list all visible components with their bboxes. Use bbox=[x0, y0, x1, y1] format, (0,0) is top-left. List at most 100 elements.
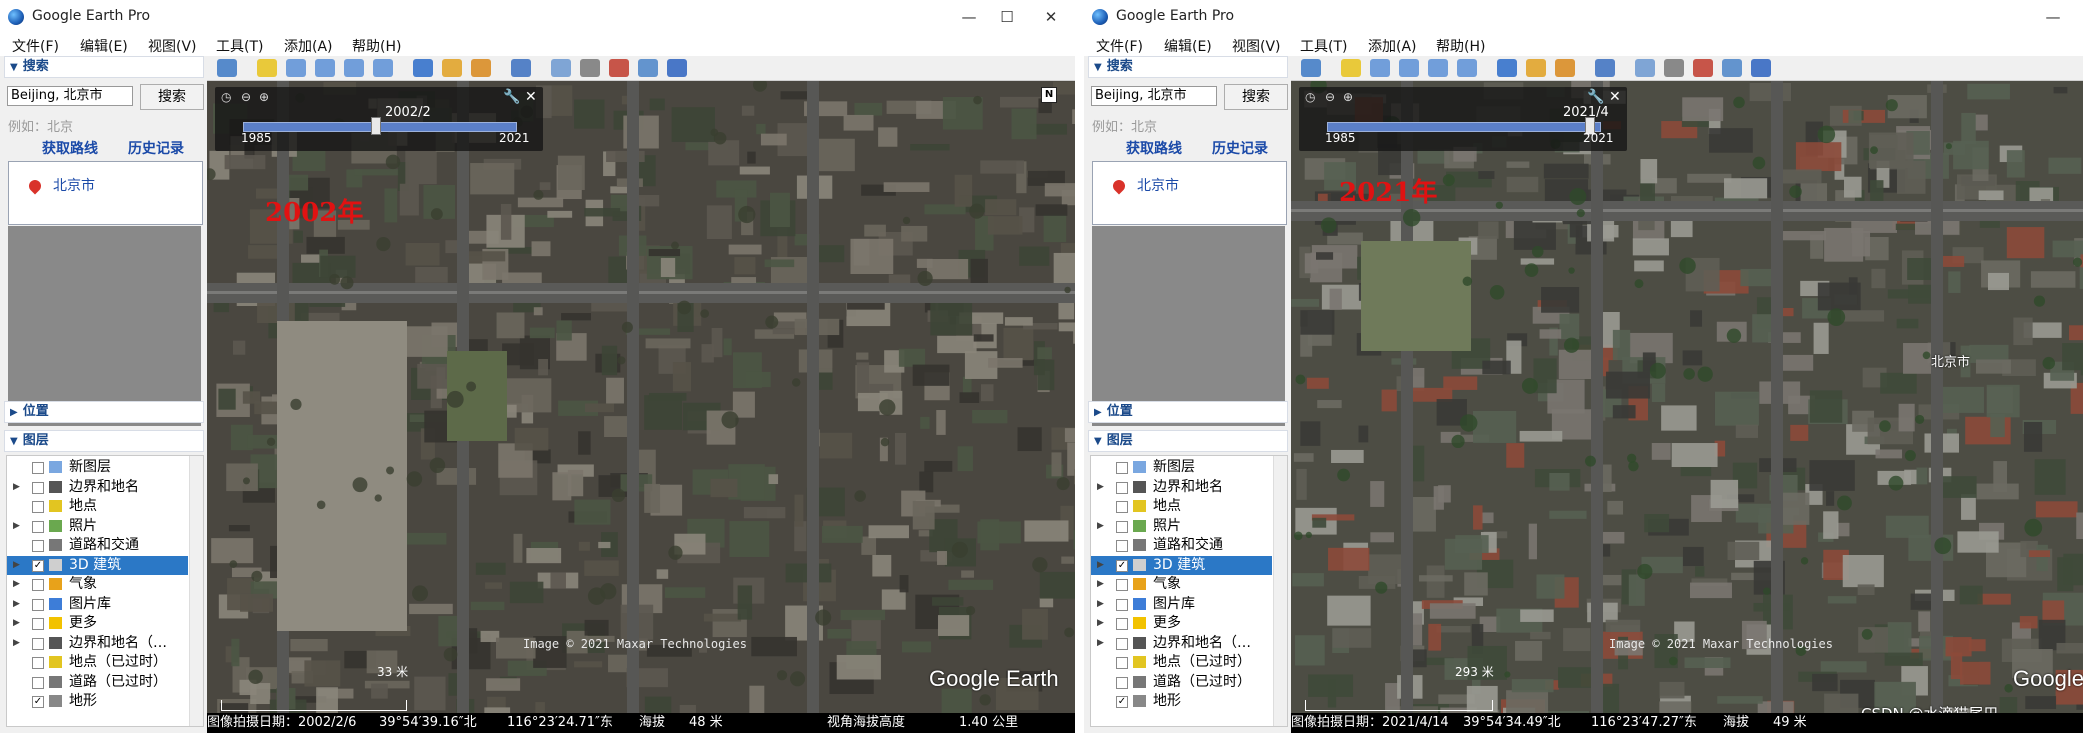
expand-arrow-icon[interactable]: ▶ bbox=[1097, 614, 1104, 633]
menu-add[interactable]: 添加(A) bbox=[1368, 36, 1417, 56]
sidebar-toggle-icon[interactable] bbox=[217, 59, 237, 77]
layer-checkbox[interactable] bbox=[32, 520, 44, 533]
earth-icon[interactable] bbox=[667, 59, 687, 77]
expand-arrow-icon[interactable]: ▶ bbox=[13, 575, 20, 594]
zoom-in-time-icon[interactable]: ⊕ bbox=[1343, 90, 1353, 104]
layer-item[interactable]: ▶ 图片库 bbox=[7, 595, 188, 614]
layer-checkbox[interactable] bbox=[1116, 520, 1128, 533]
layer-item[interactable]: ▶ 更多 bbox=[1091, 614, 1272, 633]
layer-item[interactable]: 地点（已过时） bbox=[1091, 653, 1272, 672]
expand-arrow-icon[interactable]: ▶ bbox=[13, 634, 20, 653]
polygon-icon[interactable] bbox=[1370, 59, 1390, 77]
zoom-out-time-icon[interactable]: ⊖ bbox=[1325, 90, 1335, 104]
menu-tools[interactable]: 工具(T) bbox=[1300, 36, 1347, 56]
layer-item[interactable]: 道路（已过时） bbox=[7, 673, 188, 692]
layer-item[interactable]: 地点 bbox=[1091, 497, 1272, 516]
layer-checkbox[interactable]: ✓ bbox=[1116, 696, 1128, 708]
search-button[interactable]: 搜索 bbox=[1224, 84, 1288, 110]
clock-icon[interactable]: ◷ bbox=[221, 90, 231, 104]
path-icon[interactable] bbox=[1399, 59, 1419, 77]
menu-help[interactable]: 帮助(H) bbox=[352, 36, 401, 56]
map-view[interactable]: ◷ ⊖ ⊕ 🔧 ✕ 2021/4 1985 2021 2021年 北京市 Ima… bbox=[1291, 81, 2083, 733]
layer-checkbox[interactable] bbox=[1116, 462, 1128, 474]
menu-view[interactable]: 视图(V) bbox=[1232, 36, 1281, 56]
layer-item[interactable]: 地点（已过时） bbox=[7, 653, 188, 672]
layer-checkbox[interactable] bbox=[32, 657, 44, 669]
layer-item[interactable]: ▶ 边界和地名（… bbox=[1091, 634, 1272, 653]
layer-checkbox[interactable] bbox=[32, 462, 44, 474]
zoom-out-time-icon[interactable]: ⊖ bbox=[241, 90, 251, 104]
sunlight-icon[interactable] bbox=[442, 59, 462, 77]
sunlight-icon[interactable] bbox=[1526, 59, 1546, 77]
layer-item[interactable]: ▶ 边界和地名（… bbox=[7, 634, 188, 653]
minimize-button[interactable]: — bbox=[2039, 5, 2067, 29]
layer-item[interactable]: ▶ 边界和地名 bbox=[7, 478, 188, 497]
menu-tools[interactable]: 工具(T) bbox=[216, 36, 263, 56]
planets-icon[interactable] bbox=[1555, 59, 1575, 77]
earth-icon[interactable] bbox=[1751, 59, 1771, 77]
layer-checkbox[interactable] bbox=[32, 618, 44, 630]
search-section-header[interactable]: ▼ 搜索 bbox=[4, 56, 204, 78]
expand-arrow-icon[interactable]: ▶ bbox=[13, 556, 20, 575]
layer-checkbox[interactable] bbox=[1116, 540, 1128, 552]
wrench-icon[interactable]: 🔧 bbox=[503, 89, 520, 105]
layer-item[interactable]: 道路和交通 bbox=[7, 536, 188, 555]
menu-edit[interactable]: 编辑(E) bbox=[80, 36, 128, 56]
layer-item[interactable]: ▶ 图片库 bbox=[1091, 595, 1272, 614]
layer-item[interactable]: ▶ 气象 bbox=[1091, 575, 1272, 594]
search-button[interactable]: 搜索 bbox=[140, 84, 204, 110]
layers-section-header[interactable]: ▼ 图层 bbox=[4, 430, 204, 452]
placemark-icon[interactable] bbox=[257, 59, 277, 77]
time-slider-thumb[interactable] bbox=[370, 117, 381, 135]
history-link[interactable]: 历史记录 bbox=[1212, 138, 1268, 158]
search-section-header[interactable]: ▼ 搜索 bbox=[1088, 56, 1288, 78]
expand-arrow-icon[interactable]: ▶ bbox=[13, 478, 20, 497]
expand-arrow-icon[interactable]: ▶ bbox=[1097, 556, 1104, 575]
layer-checkbox[interactable] bbox=[32, 481, 44, 494]
layer-checkbox[interactable]: ✓ bbox=[32, 559, 44, 572]
wrench-icon[interactable]: 🔧 bbox=[1587, 89, 1604, 105]
map-icon[interactable] bbox=[1722, 59, 1742, 77]
layer-checkbox[interactable]: ✓ bbox=[32, 696, 44, 708]
layer-item[interactable]: ▶ 气象 bbox=[7, 575, 188, 594]
search-input[interactable]: Beijing, 北京市 bbox=[1091, 86, 1217, 106]
layer-checkbox[interactable] bbox=[1116, 501, 1128, 513]
expand-arrow-icon[interactable]: ▶ bbox=[1097, 634, 1104, 653]
layer-item[interactable]: ✓ 地形 bbox=[7, 692, 188, 711]
layer-item[interactable]: ▶ ✓ 3D 建筑 bbox=[7, 555, 188, 575]
time-track[interactable] bbox=[1327, 122, 1601, 132]
historical-imagery-slider[interactable]: ◷ ⊖ ⊕ 🔧 ✕ 2021/4 1985 2021 bbox=[1299, 87, 1627, 151]
expand-arrow-icon[interactable]: ▶ bbox=[1097, 517, 1104, 536]
places-section-header[interactable]: ▶ 位置 bbox=[1088, 401, 1288, 423]
search-result-item[interactable]: 北京市 bbox=[1137, 175, 1179, 195]
clock-icon[interactable]: ◷ bbox=[1305, 90, 1315, 104]
layers-scrollbar[interactable] bbox=[1273, 456, 1287, 726]
layer-item[interactable]: 新图层 bbox=[7, 458, 188, 477]
compass-north-icon[interactable]: N bbox=[1041, 87, 1057, 103]
layer-checkbox[interactable] bbox=[1116, 657, 1128, 669]
historical-imagery-icon[interactable] bbox=[1497, 59, 1517, 77]
print-icon[interactable] bbox=[580, 59, 600, 77]
menu-view[interactable]: 视图(V) bbox=[148, 36, 197, 56]
layers-scrollbar[interactable] bbox=[189, 456, 203, 726]
zoom-in-time-icon[interactable]: ⊕ bbox=[259, 90, 269, 104]
layer-checkbox[interactable] bbox=[32, 501, 44, 513]
layer-item[interactable]: 地点 bbox=[7, 497, 188, 516]
search-result-item[interactable]: 北京市 bbox=[53, 175, 95, 195]
overlay-icon[interactable] bbox=[1428, 59, 1448, 77]
layer-checkbox[interactable] bbox=[1116, 579, 1128, 591]
record-tour-icon[interactable] bbox=[1457, 59, 1477, 77]
overlay-icon[interactable] bbox=[344, 59, 364, 77]
layer-item[interactable]: ✓ 地形 bbox=[1091, 692, 1272, 711]
layer-item[interactable]: ▶ 照片 bbox=[7, 517, 188, 536]
close-button[interactable]: ✕ bbox=[1037, 5, 1065, 29]
layer-checkbox[interactable] bbox=[1116, 481, 1128, 494]
save-image-icon[interactable] bbox=[1693, 59, 1713, 77]
get-directions-link[interactable]: 获取路线 bbox=[42, 138, 98, 158]
sidebar-toggle-icon[interactable] bbox=[1301, 59, 1321, 77]
expand-arrow-icon[interactable]: ▶ bbox=[1097, 575, 1104, 594]
print-icon[interactable] bbox=[1664, 59, 1684, 77]
expand-arrow-icon[interactable]: ▶ bbox=[13, 517, 20, 536]
layer-checkbox[interactable] bbox=[32, 598, 44, 611]
layer-checkbox[interactable] bbox=[32, 676, 44, 689]
